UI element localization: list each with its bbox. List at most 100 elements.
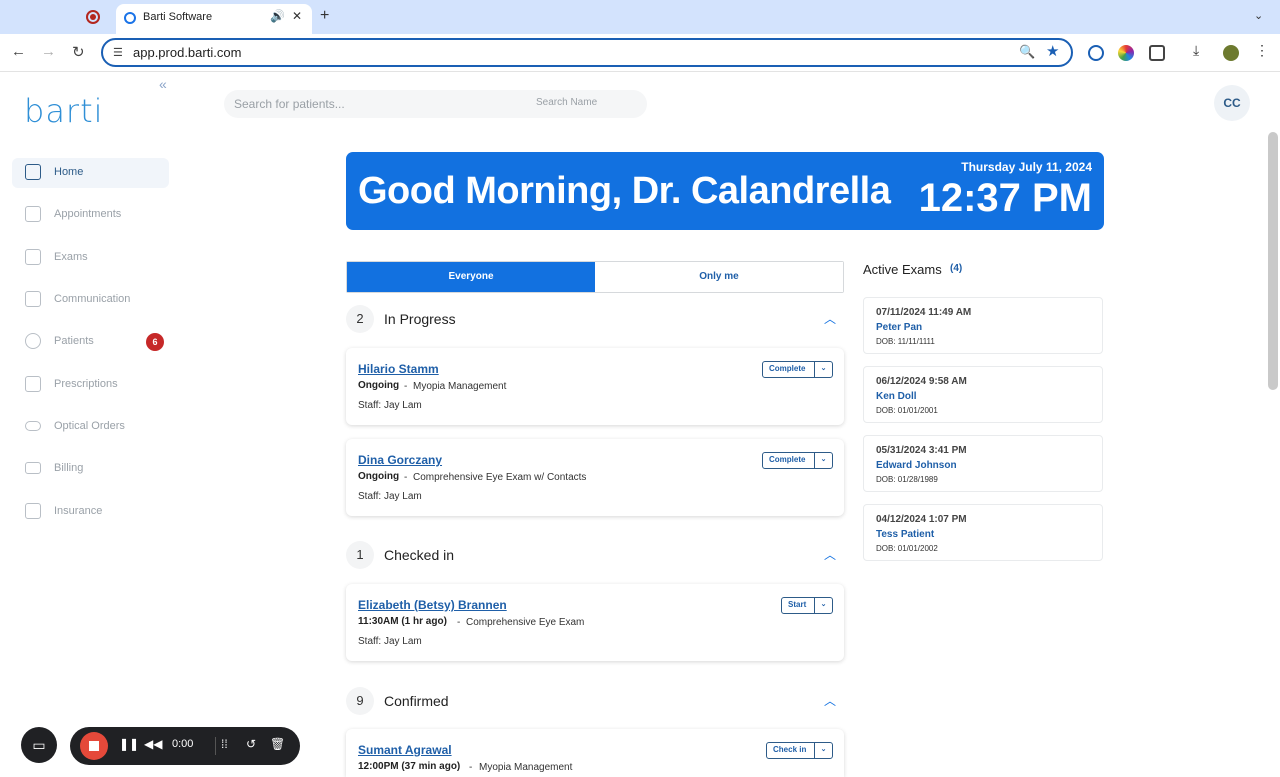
camera-icon[interactable]: ▭: [21, 727, 57, 763]
appointment-status: Ongoing: [358, 471, 400, 482]
bookmark-star-icon[interactable]: ★: [1046, 42, 1059, 60]
only-me-button[interactable]: Only me: [595, 262, 843, 292]
back-arrow-icon[interactable]: ←: [11, 43, 26, 60]
address-bar[interactable]: ☰ app.prod.barti.com 🔍 ★: [101, 38, 1073, 67]
grid-drag-icon[interactable]: ⁞⁞: [221, 737, 228, 751]
patient-name-link[interactable]: Hilario Stamm: [358, 362, 439, 376]
appointment-card: Dina Gorczany Ongoing - Comprehensive Ey…: [346, 439, 844, 516]
sidebar-item-exams[interactable]: Exams: [12, 243, 169, 273]
complete-button[interactable]: Complete ⌄: [762, 361, 833, 378]
document-icon: [25, 503, 41, 519]
appointment-card: Sumant Agrawal 12:00PM (37 min ago) - My…: [346, 729, 844, 777]
restart-icon[interactable]: ↺: [246, 737, 256, 751]
chevron-up-icon[interactable]: ︿: [824, 692, 836, 709]
appointment-card: Elizabeth (Betsy) Brannen 11:30AM (1 hr …: [346, 584, 844, 661]
search-input[interactable]: Search for patients...: [234, 97, 345, 111]
patient-name-link[interactable]: Sumant Agrawal: [358, 743, 452, 757]
sidebar-item-patients[interactable]: Patients 6: [12, 327, 169, 357]
stop-recording-button[interactable]: [80, 732, 108, 760]
chevron-up-icon[interactable]: ︿: [824, 310, 836, 327]
exam-patient-dob: DOB: 01/01/2002: [876, 544, 938, 553]
audio-playing-icon[interactable]: 🔊: [270, 9, 285, 23]
recording-timer: 0:00: [172, 738, 194, 750]
recorder-bar: ❚❚ ◀◀ 0:00 ⁞⁞ ↺ 🗑: [70, 727, 300, 765]
chevron-up-icon[interactable]: ︿: [824, 546, 836, 563]
barti-logo[interactable]: barti: [24, 92, 104, 130]
forward-arrow-icon[interactable]: →: [41, 43, 56, 60]
chevron-down-icon[interactable]: ⌄: [814, 453, 832, 468]
browser-tab[interactable]: Barti Software 🔊 ✕: [116, 4, 312, 34]
sidebar-item-home[interactable]: Home: [12, 158, 169, 188]
section-in-progress-header[interactable]: 2 In Progress ︿: [346, 305, 844, 335]
patient-name-link[interactable]: Elizabeth (Betsy) Brannen: [358, 598, 507, 612]
divider: [215, 737, 216, 755]
reload-icon[interactable]: ↻: [72, 43, 85, 61]
exam-patient-dob: DOB: 01/28/1989: [876, 475, 938, 484]
extension-color-icon[interactable]: [1118, 45, 1134, 61]
greeting-text: Good Morning, Dr. Calandrella: [358, 170, 891, 212]
billing-card-icon: [25, 462, 41, 474]
sidebar-item-billing[interactable]: Billing: [12, 454, 169, 484]
scope-toggle: Everyone Only me: [346, 261, 844, 293]
button-label: Check in: [773, 745, 807, 754]
recording-indicator-icon[interactable]: [86, 10, 100, 24]
glasses-icon: [25, 421, 41, 431]
zoom-icon[interactable]: 🔍: [1019, 44, 1035, 60]
tab-search-chevron-icon[interactable]: ⌄: [1254, 9, 1263, 22]
browser-menu-icon[interactable]: ⋮: [1255, 42, 1271, 58]
complete-button[interactable]: Complete ⌄: [762, 452, 833, 469]
active-exam-card[interactable]: 06/12/2024 9:58 AM Ken Doll DOB: 01/01/2…: [863, 366, 1103, 423]
check-in-button[interactable]: Check in ⌄: [766, 742, 833, 759]
exam-patient-link[interactable]: Ken Doll: [876, 391, 917, 402]
sidebar-item-appointments[interactable]: Appointments: [12, 200, 169, 230]
patient-search[interactable]: Search for patients... Search Name: [224, 90, 647, 118]
sidebar-item-insurance[interactable]: Insurance: [12, 497, 169, 527]
download-icon[interactable]: ⤓: [1193, 42, 1209, 58]
greeting-banner: Good Morning, Dr. Calandrella Thursday J…: [346, 152, 1104, 230]
section-checked-in-header[interactable]: 1 Checked in ︿: [346, 541, 844, 571]
exam-datetime: 07/11/2024 11:49 AM: [876, 307, 972, 318]
url-text[interactable]: app.prod.barti.com: [133, 45, 241, 60]
sidebar-item-communication[interactable]: Communication: [12, 285, 169, 315]
active-exam-card[interactable]: 04/12/2024 1:07 PM Tess Patient DOB: 01/…: [863, 504, 1103, 561]
new-tab-icon[interactable]: +: [320, 7, 329, 25]
sidebar-item-label: Optical Orders: [54, 420, 125, 432]
exam-patient-link[interactable]: Tess Patient: [876, 529, 934, 540]
page-scrollbar[interactable]: [1268, 132, 1278, 390]
chevron-down-icon[interactable]: ⌄: [814, 743, 832, 758]
staff-label: Staff: Jay Lam: [358, 491, 422, 502]
exam-patient-link[interactable]: Edward Johnson: [876, 460, 957, 471]
active-exam-card[interactable]: 05/31/2024 3:41 PM Edward Johnson DOB: 0…: [863, 435, 1103, 492]
user-avatar[interactable]: CC: [1214, 85, 1250, 121]
active-exams-count: (4): [950, 263, 963, 274]
section-count-badge: 9: [346, 687, 374, 715]
close-tab-icon[interactable]: ✕: [292, 9, 302, 23]
sidebar-item-optical-orders[interactable]: Optical Orders: [12, 412, 169, 442]
extensions-puzzle-icon[interactable]: [1149, 45, 1165, 61]
patient-name-link[interactable]: Dina Gorczany: [358, 453, 442, 467]
exam-datetime: 04/12/2024 1:07 PM: [876, 514, 967, 525]
appointment-type: Myopia Management: [413, 381, 507, 392]
collapse-sidebar-icon[interactable]: «: [159, 76, 167, 92]
password-manager-icon[interactable]: [1088, 45, 1104, 61]
profile-avatar-icon[interactable]: [1223, 45, 1239, 61]
search-mode-select[interactable]: Search Name: [536, 97, 597, 108]
exam-patient-link[interactable]: Peter Pan: [876, 322, 922, 333]
active-exam-card[interactable]: 07/11/2024 11:49 AM Peter Pan DOB: 11/11…: [863, 297, 1103, 354]
site-info-icon[interactable]: ☰: [113, 46, 123, 59]
section-confirmed-header[interactable]: 9 Confirmed ︿: [346, 687, 844, 717]
trash-icon[interactable]: 🗑: [270, 737, 285, 751]
calendar-icon: [25, 206, 41, 222]
sidebar-item-prescriptions[interactable]: Prescriptions: [12, 370, 169, 400]
everyone-button[interactable]: Everyone: [347, 262, 595, 292]
chevron-down-icon[interactable]: ⌄: [814, 598, 832, 613]
start-button[interactable]: Start ⌄: [781, 597, 833, 614]
separator: -: [404, 472, 408, 483]
exam-patient-dob: DOB: 11/11/1111: [876, 337, 935, 346]
separator: -: [404, 381, 408, 392]
button-label: Complete: [769, 455, 806, 464]
rewind-icon[interactable]: ◀◀: [144, 737, 162, 751]
exam-datetime: 05/31/2024 3:41 PM: [876, 445, 967, 456]
chevron-down-icon[interactable]: ⌄: [814, 362, 832, 377]
pause-icon[interactable]: ❚❚: [119, 737, 139, 751]
